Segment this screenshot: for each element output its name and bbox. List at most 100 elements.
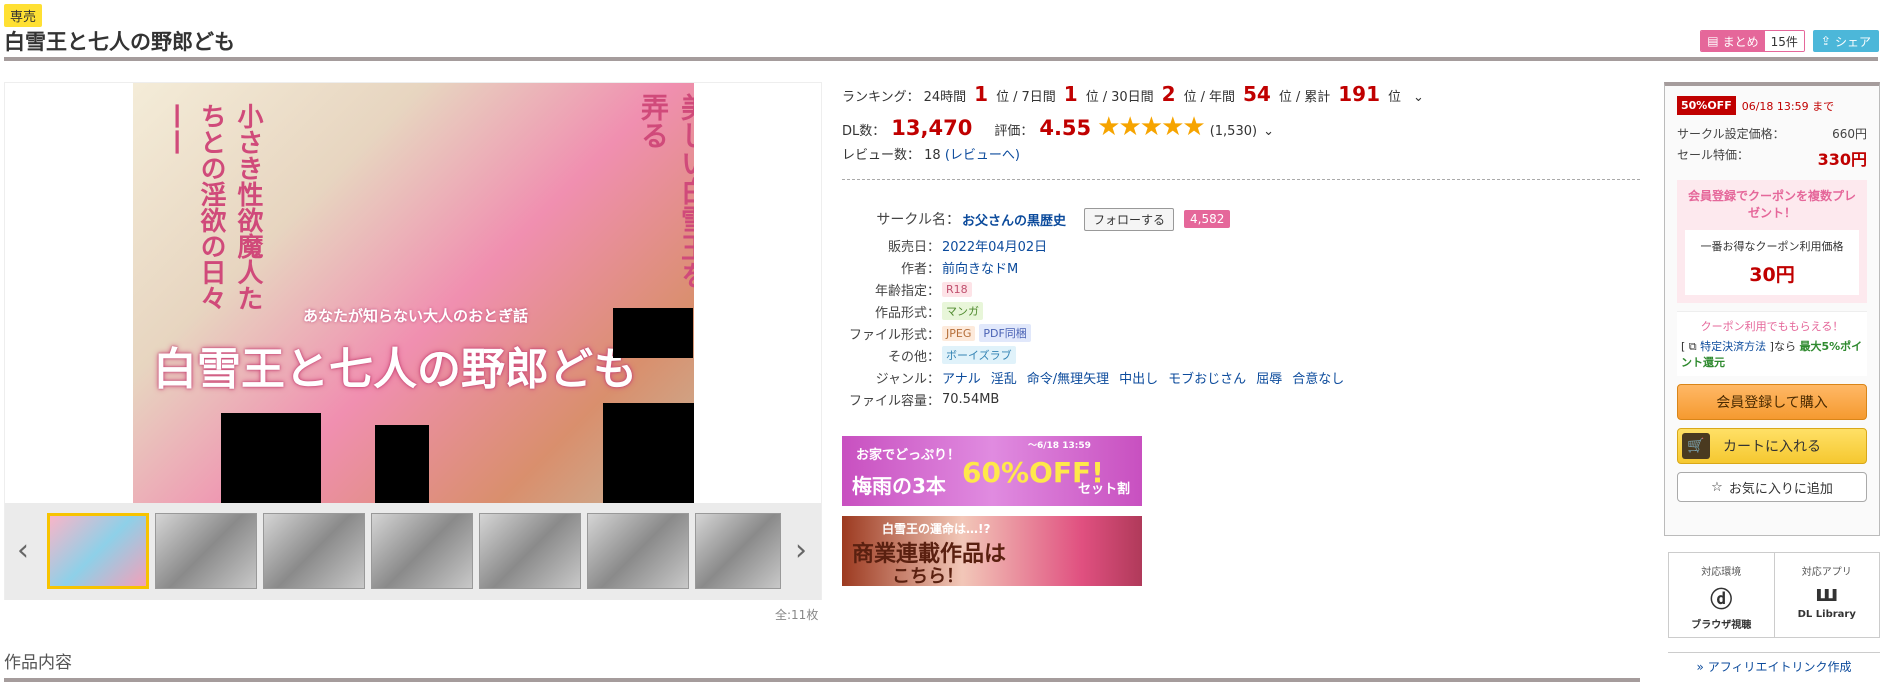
thumbnail-7[interactable]	[695, 513, 781, 589]
author-link[interactable]: 前向きなドM	[942, 258, 1018, 277]
rank-period: 7日間	[1021, 90, 1056, 105]
release-date-link[interactable]: 2022年04月02日	[942, 236, 1047, 255]
cover-right-text: 美しい白雪王を弄る	[637, 93, 694, 289]
rank-unit: 位	[1388, 90, 1402, 105]
coupon-box[interactable]: 会員登録でクーポンを複数プレゼント！ 一番お得なクーポン利用価格 30円	[1677, 180, 1867, 303]
app-column: 対応アプリ ш DL Library	[1775, 553, 1880, 637]
favorite-button-label: お気に入りに追加	[1728, 481, 1833, 497]
genre-link[interactable]: 淫乱	[991, 368, 1017, 387]
review-label: レビュー数：	[842, 148, 921, 163]
spec-row-release: 販売日： 2022年04月02日	[842, 234, 1344, 256]
follow-button[interactable]: フォローする	[1084, 207, 1175, 231]
section-title-description: 作品内容	[4, 653, 72, 673]
circle-label: サークル名：	[876, 212, 960, 228]
rank-period: 累計	[1304, 90, 1331, 105]
rank-value: 191	[1338, 82, 1381, 106]
info-divider	[842, 179, 1640, 180]
campaign-banner-commercial[interactable]: 白雪王の運命は…!? 商業連載作品は こちら！	[842, 516, 1142, 586]
rank-period: 30日間	[1111, 90, 1154, 105]
main-cover-image[interactable]: 小さき性欲魔人たちとの淫欲の日々—— 美しい白雪王を弄る あなたが知らない大人の…	[133, 83, 694, 503]
circle-price-label: サークル設定価格：	[1677, 127, 1785, 141]
product-info: ランキング： 24時間 1 位/ 7日間 1 位/ 30日間 2 位 / 年間 54 位 / 累計 1…	[842, 82, 1642, 180]
affiliate-link[interactable]: » アフィリエイトリンク作成	[1668, 652, 1880, 680]
compatibility-box: 対応環境 ⓓ ブラウザ視聴 対応アプリ ш DL Library	[1668, 552, 1880, 638]
spec-row-file: ファイル形式： JPEG PDF同梱	[842, 322, 1344, 344]
campaign-banner-rainy-set[interactable]: お家でどっぷり！ ～6/18 13:59 梅雨の3本 60%OFF! セット割	[842, 436, 1142, 506]
rank-value: 2	[1161, 82, 1176, 106]
star-outline-icon: ☆	[1711, 479, 1723, 495]
sale-price-row: セール特価： 330円	[1677, 146, 1867, 170]
circle-price-row: サークル設定価格： 660円	[1677, 125, 1867, 142]
cover-title: 白雪王と七人の野郎ども	[153, 344, 637, 395]
share-button[interactable]: ⇪ シェア	[1812, 30, 1879, 52]
coupon-title: 会員登録でクーポンを複数プレゼント！	[1687, 189, 1856, 220]
matome-button[interactable]: ▤ まとめ 15件	[1700, 30, 1805, 52]
thumbnail-5[interactable]	[479, 513, 581, 589]
file-pdf-tag[interactable]: PDF同梱	[979, 324, 1031, 342]
thumbnail-6[interactable]	[587, 513, 689, 589]
thumbnail-2[interactable]	[155, 513, 257, 589]
add-to-cart-button[interactable]: 🛒 カートに入れる	[1677, 428, 1867, 464]
rank-period: 24時間	[923, 90, 967, 105]
genre-link[interactable]: 屈辱	[1256, 368, 1282, 387]
prev-arrow-icon[interactable]: ‹	[17, 533, 29, 568]
coupon-price-label: 一番お得なクーポン利用価格	[1700, 240, 1844, 253]
rating-count: (1,530)	[1209, 124, 1258, 139]
circle-link[interactable]: お父さんの黒歴史	[962, 210, 1066, 229]
payment-bonus-title: クーポン利用でももらえる！	[1700, 320, 1844, 333]
genre-label: ジャンル：	[875, 371, 940, 387]
rank-value: 54	[1243, 82, 1271, 106]
env-label: 対応環境	[1701, 567, 1742, 578]
cart-icon: 🛒	[1682, 433, 1710, 459]
register-and-buy-button[interactable]: 会員登録して購入	[1677, 384, 1867, 420]
ranking-line: ランキング： 24時間 1 位/ 7日間 1 位/ 30日間 2 位 / 年間 54 位 / 累計 1…	[842, 82, 1424, 106]
external-link-icon: ⧉	[1688, 340, 1697, 353]
dl-count: 13,470	[891, 116, 973, 140]
genre-link[interactable]: 命令/無理矢理	[1027, 368, 1109, 387]
genre-link[interactable]: アナル	[942, 368, 981, 387]
rank-value: 1	[1063, 82, 1078, 106]
sale-price-label: セール特価：	[1677, 148, 1750, 162]
age-tag[interactable]: R18	[942, 281, 972, 297]
review-count: 18	[924, 148, 941, 163]
cover-left-text: 小さき性欲魔人たちとの淫欲の日々——	[163, 103, 263, 311]
review-link[interactable]: (レビューへ)	[945, 148, 1020, 163]
sale-deadline: 06/18 13:59 まで	[1741, 99, 1835, 113]
next-arrow-icon[interactable]: ›	[795, 533, 807, 568]
matome-count: 15件	[1764, 31, 1804, 51]
genre-link[interactable]: 中出し	[1119, 368, 1158, 387]
app-label: 対応アプリ	[1801, 567, 1852, 578]
genre-link[interactable]: 合意なし	[1292, 368, 1344, 387]
ranking-expand-chevron-icon[interactable]: ⌄	[1413, 90, 1424, 105]
share-label: シェア	[1834, 34, 1871, 49]
age-label: 年齢指定：	[874, 283, 940, 299]
cart-button-label: カートに入れる	[1723, 439, 1821, 455]
other-tag[interactable]: ボーイズラブ	[942, 346, 1016, 364]
rating-expand-chevron-icon[interactable]: ⌄	[1263, 124, 1274, 139]
ranking-label: ランキング：	[842, 90, 920, 105]
rank-unit: 位	[1183, 90, 1197, 105]
coupon-price-box: 一番お得なクーポン利用価格 30円	[1685, 230, 1859, 295]
coupon-price: 30円	[1749, 264, 1795, 286]
matome-icon: ▤	[1707, 34, 1719, 48]
add-favorite-button[interactable]: ☆ お気に入りに追加	[1677, 472, 1867, 502]
section-divider	[4, 678, 1640, 682]
title-divider	[4, 57, 1878, 61]
genre-link[interactable]: モブおじさん	[1168, 368, 1246, 387]
rank-unit: 位	[1278, 90, 1292, 105]
thumbnail-3[interactable]	[263, 513, 365, 589]
spec-row-age: 年齢指定： R18	[842, 278, 1344, 300]
sale-price: 330円	[1817, 150, 1867, 169]
thumbnail-4[interactable]	[371, 513, 473, 589]
sale-info: 50%OFF 06/18 13:59 まで	[1677, 96, 1867, 115]
spec-row-other: その他： ボーイズラブ	[842, 344, 1344, 366]
thumbnail-1[interactable]	[47, 513, 149, 589]
discount-badge: 50%OFF	[1677, 96, 1736, 115]
file-jpeg-tag[interactable]: JPEG	[942, 325, 976, 341]
banner2-top-text: 白雪王の運命は…!?	[882, 522, 991, 536]
payment-method-link[interactable]: 特定決済方法	[1700, 340, 1766, 353]
image-count: 全:11枚	[775, 608, 819, 622]
format-tag[interactable]: マンガ	[942, 302, 983, 320]
redaction-block	[613, 308, 693, 358]
page-title: 白雪王と七人の野郎ども	[4, 30, 235, 54]
